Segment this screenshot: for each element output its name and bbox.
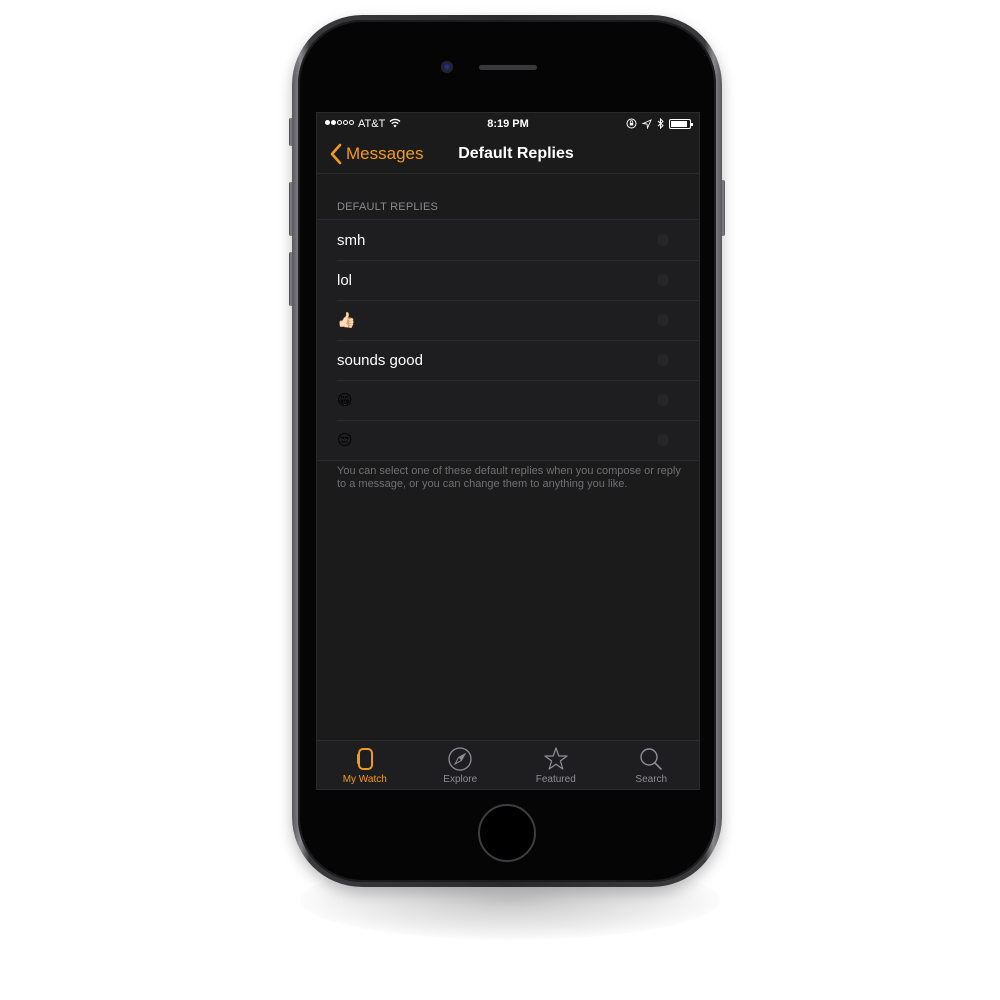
page-title: Default Replies — [458, 145, 574, 162]
search-icon — [640, 748, 663, 770]
status-icons — [626, 118, 693, 129]
section-footer-note: You can select one of these default repl… — [337, 465, 681, 490]
earpiece-speaker — [479, 65, 537, 70]
orientation-lock-icon — [626, 118, 637, 129]
location-icon — [642, 118, 652, 129]
star-icon — [544, 747, 568, 770]
tab-featured[interactable]: Featured — [508, 741, 604, 789]
section-header: DEFAULT REPLIES — [337, 201, 439, 213]
tab-label: Featured — [535, 774, 576, 785]
bluetooth-icon — [657, 118, 664, 129]
reply-text: lol — [337, 271, 353, 289]
unamused-face-emoji: 😒 — [337, 432, 353, 449]
reorder-handle-icon[interactable] — [657, 314, 669, 326]
tab-my-watch[interactable]: My Watch — [317, 741, 413, 789]
tab-explore[interactable]: Explore — [413, 741, 509, 789]
reply-row[interactable]: sounds good — [317, 340, 699, 380]
reorder-handle-icon[interactable] — [657, 354, 669, 366]
navigation-bar: Messages Default Replies — [317, 137, 699, 174]
status-bar: AT&T 8:19 PM — [317, 113, 699, 137]
reply-row[interactable]: 👍🏻 — [317, 300, 699, 340]
battery-level — [671, 120, 688, 127]
reorder-handle-icon[interactable] — [657, 434, 669, 446]
thumbs-up-emoji: 👍🏻 — [337, 312, 356, 329]
tab-label: Explore — [443, 774, 478, 785]
watch-icon — [356, 748, 373, 770]
battery-icon — [669, 118, 693, 129]
tab-search[interactable]: Search — [604, 741, 700, 789]
screen: AT&T 8:19 PM Messages Default Replies DE… — [316, 112, 700, 790]
home-button[interactable] — [478, 804, 536, 862]
reply-text: sounds good — [337, 351, 423, 369]
reply-row[interactable]: 😒 — [317, 420, 699, 460]
compass-icon — [448, 747, 472, 771]
reorder-handle-icon[interactable] — [657, 394, 669, 406]
reply-text: smh — [337, 231, 366, 249]
reorder-handle-icon[interactable] — [657, 274, 669, 286]
tab-label: My Watch — [342, 774, 387, 785]
reorder-handle-icon[interactable] — [657, 234, 669, 246]
grinning-face-emoji: 😁 — [337, 392, 353, 409]
reply-row[interactable]: 😁 — [317, 380, 699, 420]
default-replies-list: smh lol 👍🏻 sounds good 😁 😒 — [317, 219, 699, 461]
reply-row[interactable]: smh — [317, 220, 699, 260]
tab-label: Search — [635, 774, 668, 785]
tab-bar: My Watch Explore Featured Search — [317, 740, 699, 789]
reply-row[interactable]: lol — [317, 260, 699, 300]
front-camera — [441, 61, 453, 73]
